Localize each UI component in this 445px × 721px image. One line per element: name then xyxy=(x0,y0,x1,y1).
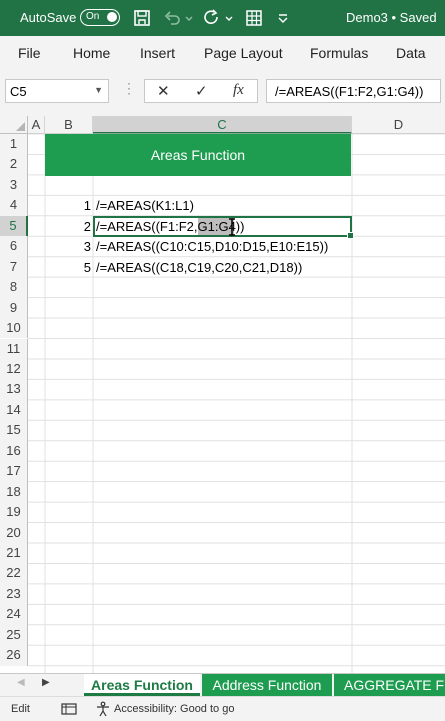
status-bar: Edit Accessibility: Good to go xyxy=(0,696,445,721)
row-header-22[interactable]: 22 xyxy=(0,563,28,584)
row-header-20[interactable]: 20 xyxy=(0,522,28,543)
row-header-13[interactable]: 13 xyxy=(0,379,28,400)
scroll-left-icon[interactable]: ◀ xyxy=(17,677,25,688)
scroll-right-icon[interactable]: ▶ xyxy=(42,677,50,688)
row-header-8[interactable]: 8 xyxy=(0,277,28,298)
fill-handle[interactable] xyxy=(347,232,354,239)
status-mode: Edit xyxy=(11,703,30,715)
entry-formula[interactable]: /=AREAS((C10:C15,D10:D15,E10:E15)) xyxy=(96,239,328,254)
row-header-24[interactable]: 24 xyxy=(0,604,28,625)
row-header-18[interactable]: 18 xyxy=(0,481,28,503)
sheet-tab-aggregate-function[interactable]: AGGREGATE Fun xyxy=(332,674,445,696)
row-header-17[interactable]: 17 xyxy=(0,461,28,482)
sheet-tab-areas-function[interactable]: Areas Function xyxy=(84,674,200,696)
row-header-10[interactable]: 10 xyxy=(0,318,28,339)
row-header-21[interactable]: 21 xyxy=(0,543,28,564)
row-header-4[interactable]: 4 xyxy=(0,195,28,216)
row-header-25[interactable]: 25 xyxy=(0,624,28,646)
cell-mode-icon[interactable] xyxy=(61,702,77,716)
row-header-6[interactable]: 6 xyxy=(0,236,28,257)
accessibility-status[interactable]: Accessibility: Good to go xyxy=(114,703,234,715)
row-header-19[interactable]: 19 xyxy=(0,502,28,523)
row-header-9[interactable]: 9 xyxy=(0,297,28,319)
accessibility-icon[interactable] xyxy=(95,701,111,717)
sheet-tab-address-function[interactable]: Address Function xyxy=(200,674,332,696)
row-header-16[interactable]: 16 xyxy=(0,440,28,462)
entry-formula[interactable]: /=AREAS((C18,C19,C20,C21,D18)) xyxy=(96,260,302,275)
entry-number[interactable]: 3 xyxy=(45,239,91,254)
row-header-15[interactable]: 15 xyxy=(0,420,28,441)
row-header-2[interactable]: 2 xyxy=(0,154,28,175)
entry-formula[interactable]: /=AREAS((F1:F2,G1:G4)) xyxy=(96,219,244,234)
entry-number[interactable]: 5 xyxy=(45,260,91,275)
row-header-12[interactable]: 12 xyxy=(0,358,28,380)
row-header-5[interactable]: 5 xyxy=(0,215,28,237)
text-cursor-icon xyxy=(229,218,235,236)
row-header-14[interactable]: 14 xyxy=(0,399,28,421)
entry-formula[interactable]: /=AREAS(K1:L1) xyxy=(96,198,194,213)
row-header-11[interactable]: 11 xyxy=(0,338,28,359)
entry-number[interactable]: 2 xyxy=(45,219,91,234)
row-header-3[interactable]: 3 xyxy=(0,174,28,196)
row-header-26[interactable]: 26 xyxy=(0,645,28,666)
sheet-title-cell[interactable]: Areas Function xyxy=(45,134,351,176)
entry-number[interactable]: 1 xyxy=(45,198,91,213)
sheet-tabs-bar: ◀ ▶ Areas Function Address Function AGGR… xyxy=(0,673,445,697)
row-header-1[interactable]: 1 xyxy=(0,134,28,155)
row-header-23[interactable]: 23 xyxy=(0,583,28,605)
row-header-7[interactable]: 7 xyxy=(0,256,28,278)
cell-grid[interactable] xyxy=(0,0,445,720)
